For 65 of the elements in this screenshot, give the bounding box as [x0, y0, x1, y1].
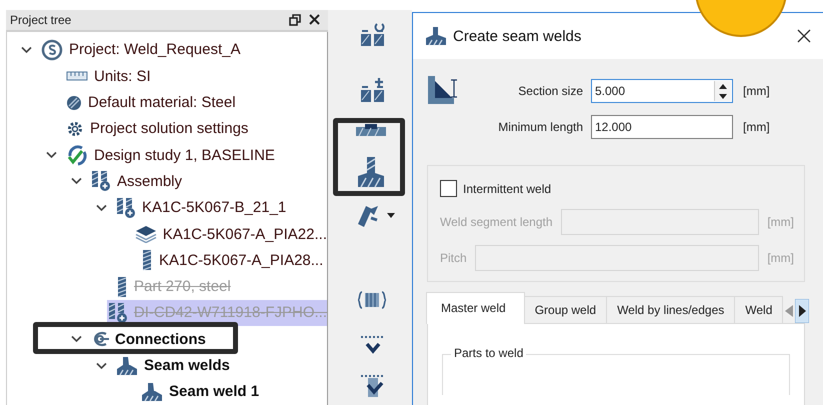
- part-check-icon[interactable]: [360, 373, 386, 397]
- connections-icon: [91, 331, 109, 348]
- number-field[interactable]: 5.000: [591, 79, 733, 103]
- spin-buttons[interactable]: [714, 81, 731, 101]
- study-check-icon: [66, 144, 88, 166]
- ruler-icon: [66, 70, 88, 82]
- tree-item[interactable]: KA1C-5K067-A_PIA28...: [140, 247, 327, 274]
- tree-item[interactable]: Units: SI: [65, 63, 327, 90]
- tree-item[interactable]: KA1C-5K067-A_PIA22...: [134, 220, 327, 248]
- weld-icon: [116, 356, 138, 376]
- field-label: Minimum length: [497, 120, 583, 134]
- group-title: Parts to weld: [451, 346, 526, 360]
- tree-item[interactable]: Connections: [90, 326, 327, 352]
- seam-weld-icon: [425, 26, 447, 46]
- weld-section-icon: [427, 75, 457, 105]
- dialog-title: Create seam welds: [453, 28, 582, 44]
- tree-item[interactable]: Seam weld 1: [140, 378, 327, 405]
- tree-item[interactable]: KA1C-5K067-B_21_1: [115, 194, 327, 221]
- unit-label: [mm]: [767, 251, 794, 265]
- input-field[interactable]: [474, 245, 760, 271]
- unit-label: [mm]: [743, 84, 770, 98]
- tree-item[interactable]: Assembly: [90, 168, 327, 195]
- unit-label: [mm]: [767, 215, 794, 229]
- field-label: Pitch: [440, 251, 467, 265]
- assembly-icon: [91, 170, 111, 192]
- field-label: Weld segment length: [440, 215, 553, 229]
- field-label: Section size: [517, 84, 583, 98]
- tree-item[interactable]: Design study 1, BASELINE: [65, 142, 327, 168]
- dotted-check-icon[interactable]: [360, 334, 386, 356]
- weld-group-icon[interactable]: [358, 291, 386, 309]
- part-icon: [116, 276, 128, 298]
- dropdown-caret-icon[interactable]: [387, 212, 395, 218]
- layers-icon: [134, 225, 157, 244]
- tree-item[interactable]: Project solution settings: [65, 116, 327, 142]
- chevron-icon[interactable]: [96, 362, 106, 370]
- tree-item[interactable]: Seam welds: [115, 352, 327, 379]
- panel-title: Project tree: [10, 12, 72, 27]
- weld-icon: [141, 382, 163, 402]
- settings-icon: [66, 120, 84, 138]
- tree-item[interactable]: Project: Weld_Request_A: [40, 36, 327, 64]
- checkbox-label: Intermittent weld: [463, 182, 552, 196]
- weld-add-icon[interactable]: [359, 76, 387, 104]
- assembly-icon: [108, 302, 128, 324]
- input-field[interactable]: [560, 209, 760, 235]
- project-icon: [41, 38, 63, 61]
- chevron-icon[interactable]: [70, 177, 82, 186]
- unit-label: [mm]: [743, 120, 770, 134]
- hatched-disc-icon: [66, 94, 82, 111]
- number-field[interactable]: 12.000: [591, 115, 733, 139]
- scroll-right-icon[interactable]: [795, 299, 810, 323]
- tab[interactable]: Master weld: [426, 292, 525, 324]
- chevron-icon[interactable]: [20, 46, 32, 54]
- seam-weld-icon[interactable]: [355, 156, 387, 188]
- restore-icon[interactable]: [289, 14, 301, 26]
- assembly-icon: [116, 196, 136, 219]
- chevron-icon[interactable]: [96, 204, 106, 212]
- tree-item[interactable]: Default material: Steel: [65, 89, 327, 116]
- tab[interactable]: Weld: [734, 296, 784, 323]
- checkbox[interactable]: [440, 180, 457, 197]
- close-icon[interactable]: [797, 29, 811, 43]
- chevron-icon[interactable]: [46, 151, 56, 160]
- weld-bar-icon[interactable]: [355, 123, 387, 137]
- chevron-icon[interactable]: [70, 335, 82, 344]
- part-icon: [141, 249, 153, 272]
- close-icon[interactable]: [309, 14, 320, 26]
